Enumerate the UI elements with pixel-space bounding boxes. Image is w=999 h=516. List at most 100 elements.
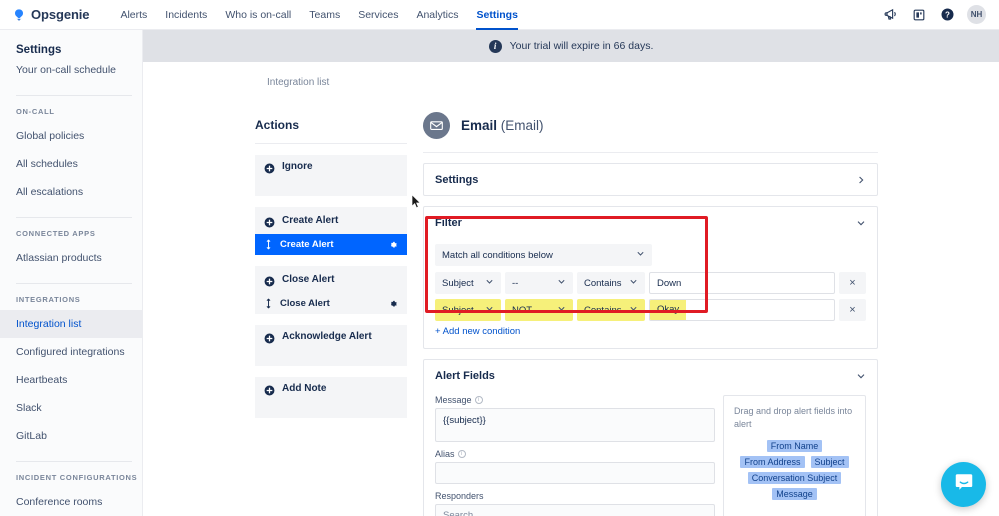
match-mode-select[interactable]: Match all conditions below: [435, 244, 652, 266]
nav-link-incidents[interactable]: Incidents: [156, 0, 216, 30]
message-field[interactable]: {{subject}}: [435, 408, 715, 442]
condition-key-value: NOT: [512, 304, 533, 316]
sidebar-item-global-policies[interactable]: Global policies: [0, 122, 142, 150]
nav-link-alerts[interactable]: Alerts: [111, 0, 156, 30]
remove-condition-button[interactable]: ×: [839, 272, 866, 294]
action-acknowledge-alert[interactable]: Acknowledge Alert: [255, 325, 407, 366]
action-close-alert[interactable]: Close Alert: [255, 266, 407, 293]
nav-link-settings[interactable]: Settings: [467, 0, 526, 30]
chip-subject[interactable]: Subject: [810, 456, 849, 468]
nav-link-teams[interactable]: Teams: [300, 0, 349, 30]
alias-field[interactable]: [435, 462, 715, 484]
action-sub-close-alert[interactable]: Close Alert: [255, 293, 407, 314]
chevron-down-icon[interactable]: [856, 218, 866, 228]
filter-condition-row: Subject NOT Contains Okay ×: [435, 299, 866, 321]
message-field-label: Message i: [435, 395, 715, 405]
action-ignore[interactable]: Ignore: [255, 155, 407, 196]
sidebar-item-heartbeats[interactable]: Heartbeats: [0, 366, 142, 394]
sidebar-item-gitlab[interactable]: GitLab: [0, 422, 142, 450]
condition-operator-select[interactable]: Contains: [577, 299, 645, 321]
info-icon[interactable]: i: [457, 450, 466, 458]
envelope-icon: [423, 112, 450, 139]
chip-from-name[interactable]: From Name: [766, 440, 823, 452]
sidebar-item-slack[interactable]: Slack: [0, 394, 142, 422]
chip-message[interactable]: Message: [772, 488, 817, 500]
brand-logo-group[interactable]: Opsgenie: [0, 7, 90, 22]
gear-icon[interactable]: [388, 299, 398, 309]
sidebar-item-conference-rooms[interactable]: Conference rooms: [0, 488, 142, 516]
sidebar-item-configured-integrations[interactable]: Configured integrations: [0, 338, 142, 366]
condition-field-select[interactable]: Subject: [435, 299, 501, 321]
action-group-acknowledge-alert: Acknowledge Alert: [255, 325, 407, 366]
condition-operator-value: Contains: [584, 304, 622, 316]
alias-label-text: Alias: [435, 449, 455, 459]
sidebar-item-all-schedules[interactable]: All schedules: [0, 150, 142, 178]
gear-icon[interactable]: [388, 240, 398, 250]
filter-section: Filter Match all conditions below Subjec…: [423, 206, 878, 349]
chevron-down-icon: [485, 277, 494, 289]
action-add-note[interactable]: Add Note: [255, 377, 407, 418]
trial-banner: i Your trial will expire in 66 days.: [143, 30, 999, 62]
svg-text:?: ?: [945, 11, 950, 20]
alert-fields-section-header[interactable]: Alert Fields: [424, 360, 877, 391]
actions-panel: Actions Ignore Create Alert Create Alert…: [255, 118, 407, 418]
chat-bubble-icon: [953, 471, 975, 498]
responders-search-input[interactable]: Search..: [435, 504, 715, 516]
nav-link-services[interactable]: Services: [349, 0, 407, 30]
alert-fields-form: Message i {{subject}} Alias i Responders: [435, 395, 715, 516]
condition-value-input[interactable]: Down: [649, 272, 835, 294]
info-icon[interactable]: i: [474, 396, 483, 404]
settings-section: Settings: [423, 163, 878, 196]
alert-fields-section-title: Alert Fields: [435, 369, 495, 382]
sidebar-title: Settings: [16, 44, 62, 56]
filter-section-header[interactable]: Filter: [424, 207, 877, 238]
sidebar-divider-4: [16, 461, 132, 462]
condition-value-text: Okay: [650, 300, 687, 320]
sidebar-item-atlassian-products[interactable]: Atlassian products: [0, 244, 142, 272]
sidebar-item-integration-list[interactable]: Integration list: [0, 310, 142, 338]
integration-detail-panel: Email (Email) Settings Filter Match all …: [423, 112, 878, 516]
chip-conversation-subject[interactable]: Conversation Subject: [747, 472, 842, 484]
chat-widget-button[interactable]: [941, 462, 986, 507]
nav-link-who-is-on-call[interactable]: Who is on-call: [216, 0, 300, 30]
plus-circle-icon: [264, 331, 275, 344]
nav-right-group: ? NH: [883, 5, 999, 24]
help-icon[interactable]: ?: [939, 7, 955, 23]
sidebar-item-all-escalations[interactable]: All escalations: [0, 178, 142, 206]
apps-icon[interactable]: [911, 7, 927, 23]
condition-key-select[interactable]: NOT: [505, 299, 573, 321]
settings-section-header[interactable]: Settings: [424, 164, 877, 195]
sidebar-heading-connected-apps: CONNECTED APPS: [16, 229, 96, 238]
action-acknowledge-alert-label: Acknowledge Alert: [282, 331, 372, 342]
integration-type: (Email): [500, 118, 544, 133]
sidebar-divider-1: [16, 95, 132, 96]
add-new-condition-link[interactable]: + Add new condition: [435, 326, 866, 337]
condition-field-select[interactable]: Subject: [435, 272, 501, 294]
condition-value-input[interactable]: Okay: [649, 299, 835, 321]
sidebar-item-your-on-call-schedule[interactable]: Your on-call schedule: [0, 56, 142, 84]
filter-section-body: Match all conditions below Subject -- Co…: [424, 238, 877, 348]
alert-fields-section: Alert Fields Message i {{subject}} Alias…: [423, 359, 878, 516]
integration-name: Email: [461, 118, 498, 133]
brand-name: Opsgenie: [31, 7, 90, 22]
remove-condition-button[interactable]: ×: [839, 299, 866, 321]
avatar[interactable]: NH: [967, 5, 986, 24]
nav-link-analytics[interactable]: Analytics: [407, 0, 467, 30]
drag-handle-icon[interactable]: [264, 298, 272, 310]
drag-handle-icon[interactable]: [264, 239, 272, 251]
condition-key-select[interactable]: --: [505, 272, 573, 294]
actions-title: Actions: [255, 118, 300, 132]
chevron-down-icon[interactable]: [856, 371, 866, 381]
plus-circle-icon: [264, 161, 275, 174]
megaphone-icon[interactable]: [883, 7, 899, 23]
breadcrumb[interactable]: Integration list: [267, 77, 329, 88]
condition-value-text: Down: [657, 277, 682, 289]
condition-operator-select[interactable]: Contains: [577, 272, 645, 294]
action-sub-create-alert[interactable]: Create Alert: [255, 234, 407, 255]
chevron-right-icon[interactable]: [856, 175, 866, 185]
chevron-down-icon: [485, 304, 494, 316]
condition-key-value: --: [512, 277, 519, 289]
chip-from-address[interactable]: From Address: [740, 456, 805, 468]
action-create-alert[interactable]: Create Alert: [255, 207, 407, 234]
